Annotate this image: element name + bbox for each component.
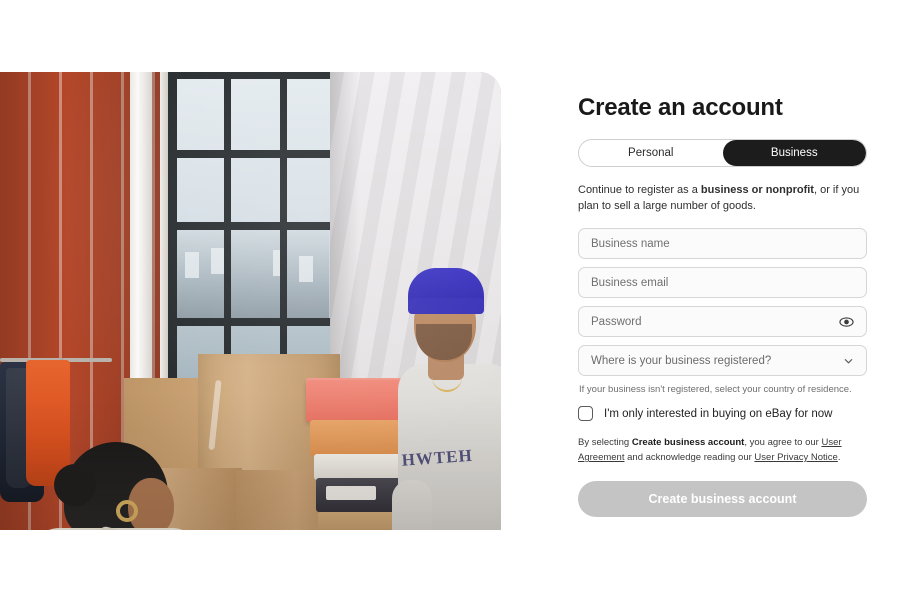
page-title: Create an account bbox=[578, 94, 783, 121]
country-hint: If your business isn't registered, selec… bbox=[579, 384, 852, 396]
toggle-option-business[interactable]: Business bbox=[722, 139, 866, 166]
beanie-brim bbox=[408, 298, 484, 314]
business-email-placeholder: Business email bbox=[591, 276, 669, 289]
arm bbox=[392, 480, 432, 530]
registration-description: Continue to register as a business or no… bbox=[578, 183, 868, 215]
chevron-down-icon[interactable] bbox=[843, 355, 854, 366]
create-business-account-button[interactable]: Create business account bbox=[578, 480, 867, 517]
legal-part1: By selecting bbox=[578, 437, 632, 449]
sweatshirt-graphic: HWTEH bbox=[401, 445, 474, 470]
box-seam bbox=[208, 379, 222, 451]
password-placeholder: Password bbox=[591, 315, 642, 328]
user-privacy-notice-link[interactable]: User Privacy Notice bbox=[754, 452, 837, 463]
window-frame bbox=[168, 72, 338, 402]
buyer-only-checkbox[interactable] bbox=[578, 406, 593, 422]
hair-bun bbox=[54, 464, 96, 506]
hero-photo: HWTEH bbox=[0, 72, 501, 530]
man-in-blue-beanie: HWTEH bbox=[392, 268, 501, 530]
legal-disclaimer: By selecting Create business account, yo… bbox=[578, 436, 868, 465]
lede-strong: business or nonprofit bbox=[700, 183, 814, 196]
business-country-placeholder: Where is your business registered? bbox=[591, 354, 772, 367]
buyer-only-label: I'm only interested in buying on eBay fo… bbox=[604, 407, 833, 420]
eye-icon[interactable] bbox=[839, 314, 854, 329]
hero-photo-scene: HWTEH bbox=[0, 72, 501, 530]
gold-hoop-earring bbox=[116, 500, 138, 522]
business-name-placeholder: Business name bbox=[591, 237, 670, 250]
legal-part4: . bbox=[837, 452, 841, 464]
legal-part2: , you agree to our bbox=[744, 437, 822, 449]
legal-strong: Create business account bbox=[631, 437, 745, 449]
legal-part3: and acknowledge reading our bbox=[624, 452, 755, 464]
account-type-toggle[interactable]: Personal Business bbox=[578, 138, 867, 167]
password-field[interactable]: Password bbox=[578, 306, 867, 338]
shipping-label bbox=[326, 486, 376, 500]
buyer-only-checkbox-row[interactable]: I'm only interested in buying on eBay fo… bbox=[578, 406, 868, 422]
business-email-field[interactable]: Business email bbox=[578, 267, 867, 299]
toggle-option-personal[interactable]: Personal bbox=[579, 140, 723, 166]
woman-with-hoop-earrings bbox=[20, 442, 210, 530]
signup-page: HWTEH Create an account Personal Busines… bbox=[0, 0, 900, 600]
business-name-field[interactable]: Business name bbox=[578, 228, 867, 260]
lede-prefix: Continue to register as a bbox=[578, 183, 701, 196]
signup-form: Create an account Personal Business Cont… bbox=[578, 94, 868, 517]
industrial-window bbox=[168, 72, 338, 402]
business-country-select[interactable]: Where is your business registered? bbox=[578, 345, 867, 377]
